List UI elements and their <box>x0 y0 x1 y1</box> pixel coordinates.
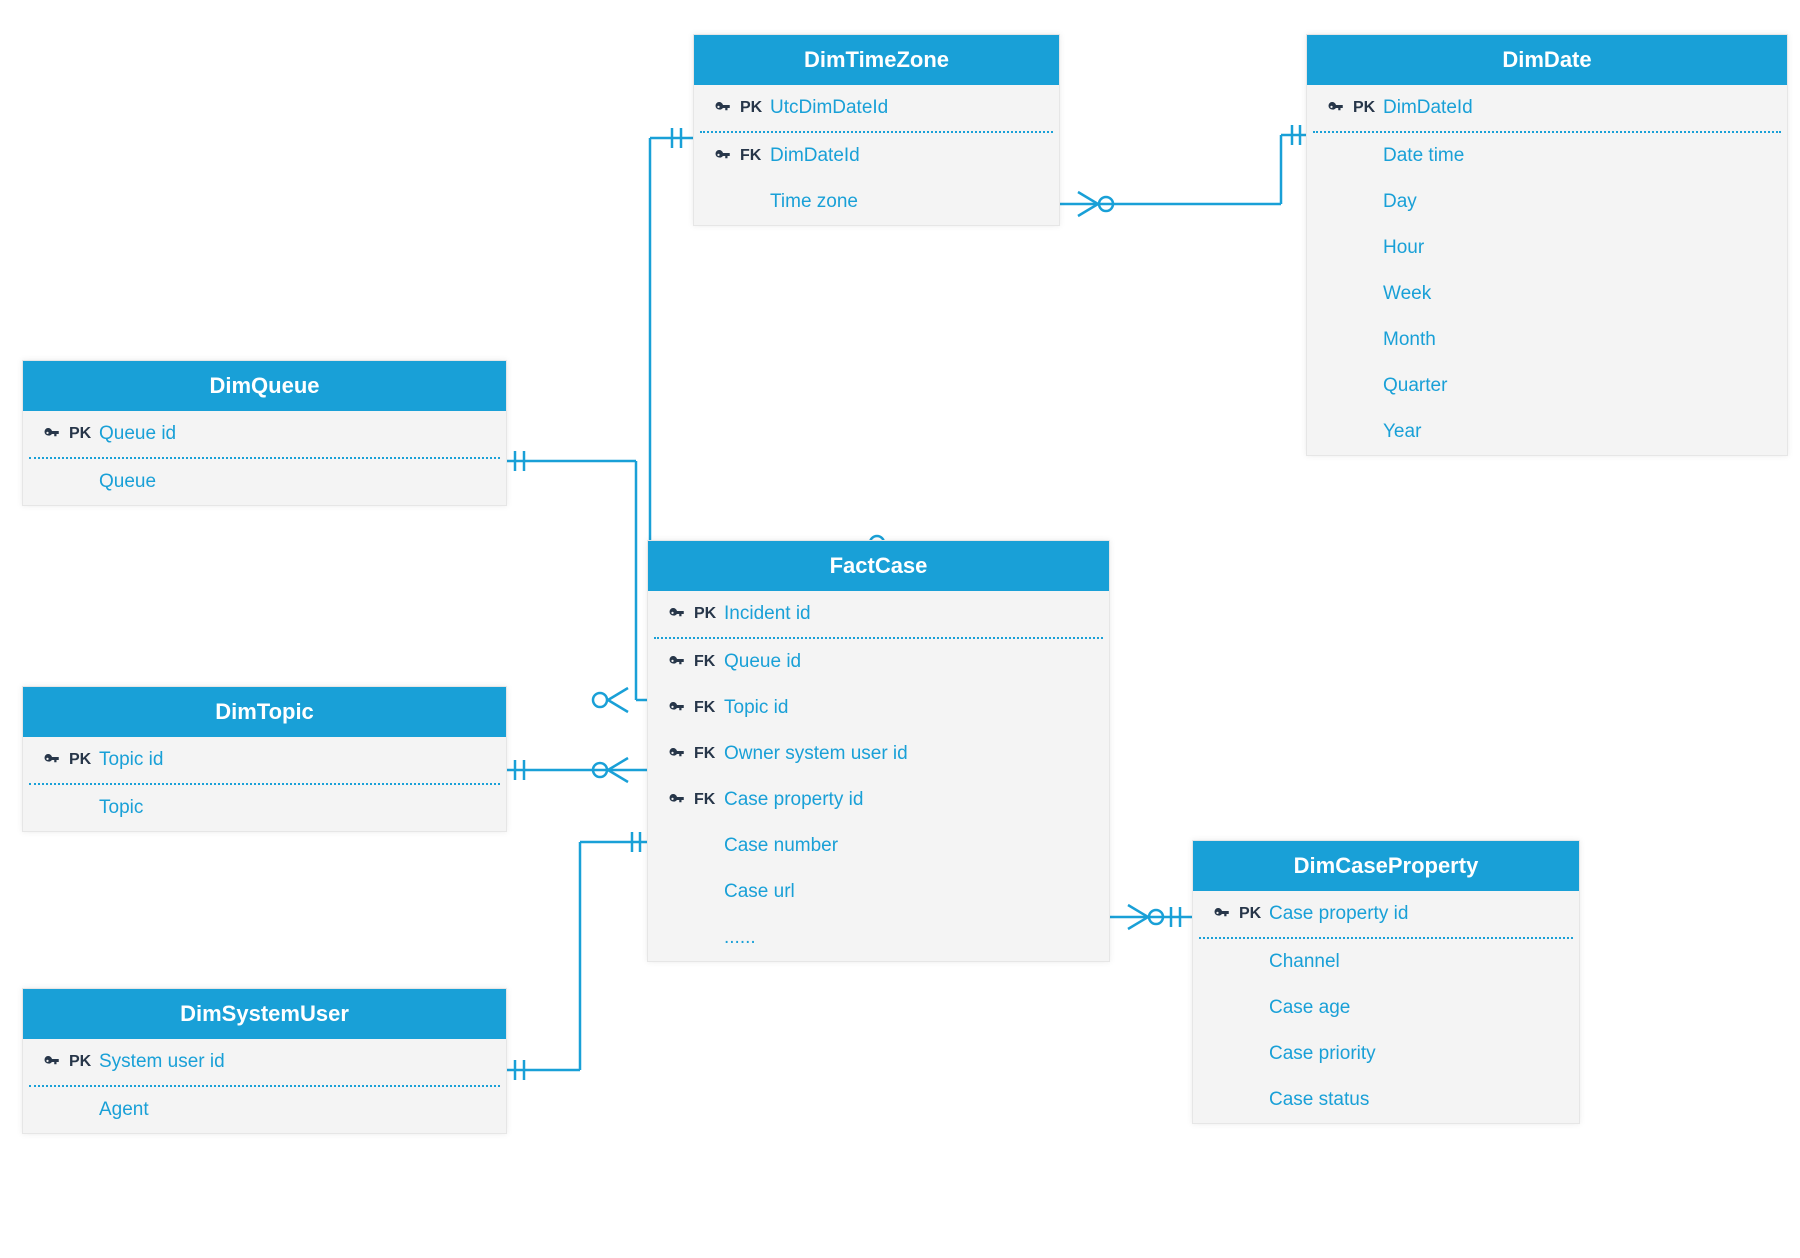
er-diagram: { "colors":{"accent":"#19a0d7","keytag":… <box>0 0 1800 1258</box>
key-tag: PK <box>740 99 770 117</box>
key-tag: FK <box>694 791 724 809</box>
field-label: Case url <box>724 881 1091 903</box>
field-row: PKSystem user id <box>23 1039 506 1085</box>
entity-dimCaseProperty: DimCasePropertyPKCase property idChannel… <box>1192 840 1580 1124</box>
key-tag: FK <box>694 653 724 671</box>
field-row: PKUtcDimDateId <box>694 85 1059 131</box>
key-tag: FK <box>694 745 724 763</box>
field-label: Case status <box>1269 1089 1561 1111</box>
field-row: Hour <box>1307 225 1787 271</box>
key-tag: PK <box>694 605 724 623</box>
key-icon <box>712 99 734 117</box>
field-label: Topic id <box>724 697 1091 719</box>
field-row: Week <box>1307 271 1787 317</box>
field-row: FKOwner system user id <box>648 731 1109 777</box>
field-label: Day <box>1383 191 1769 213</box>
entity-dimDate: DimDatePKDimDateIdDate timeDayHourWeekMo… <box>1306 34 1788 456</box>
field-row: PKIncident id <box>648 591 1109 637</box>
field-label: Owner system user id <box>724 743 1091 765</box>
key-tag: PK <box>1353 99 1383 117</box>
field-label: Case priority <box>1269 1043 1561 1065</box>
field-row: FKTopic id <box>648 685 1109 731</box>
field-row: FKQueue id <box>648 639 1109 685</box>
field-label: DimDateId <box>770 145 1041 167</box>
field-label: Date time <box>1383 145 1769 167</box>
field-row: PKCase property id <box>1193 891 1579 937</box>
key-icon <box>41 425 63 443</box>
field-label: Queue <box>99 471 488 493</box>
field-row: Topic <box>23 785 506 831</box>
key-tag: FK <box>740 147 770 165</box>
entity-dimTopic: DimTopicPKTopic idTopic <box>22 686 507 832</box>
field-row: Case status <box>1193 1077 1579 1123</box>
field-label: Topic id <box>99 749 488 771</box>
entity-header: DimSystemUser <box>23 989 506 1039</box>
field-label: Case number <box>724 835 1091 857</box>
key-tag: FK <box>694 699 724 717</box>
field-label: Channel <box>1269 951 1561 973</box>
field-row: Time zone <box>694 179 1059 225</box>
key-tag: PK <box>69 751 99 769</box>
entity-header: DimTopic <box>23 687 506 737</box>
field-row: Case priority <box>1193 1031 1579 1077</box>
field-row: Case age <box>1193 985 1579 1031</box>
field-label: Time zone <box>770 191 1041 213</box>
key-icon <box>1325 99 1347 117</box>
field-label: System user id <box>99 1051 488 1073</box>
key-icon <box>666 605 688 623</box>
entity-header: DimTimeZone <box>694 35 1059 85</box>
field-row: PKTopic id <box>23 737 506 783</box>
field-label: DimDateId <box>1383 97 1769 119</box>
entity-dimTimeZone: DimTimeZonePKUtcDimDateIdFKDimDateIdTime… <box>693 34 1060 226</box>
field-row: PKDimDateId <box>1307 85 1787 131</box>
field-label: Quarter <box>1383 375 1769 397</box>
field-label: Queue id <box>724 651 1091 673</box>
field-label: Case property id <box>1269 903 1561 925</box>
key-icon <box>666 699 688 717</box>
field-row: PKQueue id <box>23 411 506 457</box>
entity-dimQueue: DimQueuePKQueue idQueue <box>22 360 507 506</box>
field-row: FKCase property id <box>648 777 1109 823</box>
key-icon <box>712 147 734 165</box>
entity-header: DimQueue <box>23 361 506 411</box>
field-row: Month <box>1307 317 1787 363</box>
field-label: Case property id <box>724 789 1091 811</box>
field-row: Day <box>1307 179 1787 225</box>
key-icon <box>666 653 688 671</box>
entity-dimSystemUser: DimSystemUserPKSystem user idAgent <box>22 988 507 1134</box>
field-label: Case age <box>1269 997 1561 1019</box>
field-label: Agent <box>99 1099 488 1121</box>
field-row: Date time <box>1307 133 1787 179</box>
field-row: Agent <box>23 1087 506 1133</box>
entity-header: DimDate <box>1307 35 1787 85</box>
entity-factCase: FactCasePKIncident idFKQueue idFKTopic i… <box>647 540 1110 962</box>
field-row: ...... <box>648 915 1109 961</box>
key-icon <box>666 745 688 763</box>
field-label: ...... <box>724 927 1091 949</box>
field-label: Topic <box>99 797 488 819</box>
key-icon <box>666 791 688 809</box>
field-row: Case number <box>648 823 1109 869</box>
field-label: Hour <box>1383 237 1769 259</box>
field-label: Week <box>1383 283 1769 305</box>
key-icon <box>41 751 63 769</box>
field-label: Year <box>1383 421 1769 443</box>
field-row: Channel <box>1193 939 1579 985</box>
field-row: Queue <box>23 459 506 505</box>
field-row: Case url <box>648 869 1109 915</box>
key-icon <box>41 1053 63 1071</box>
key-tag: PK <box>69 1053 99 1071</box>
field-row: Year <box>1307 409 1787 455</box>
key-icon <box>1211 905 1233 923</box>
key-tag: PK <box>69 425 99 443</box>
field-label: Queue id <box>99 423 488 445</box>
field-label: UtcDimDateId <box>770 97 1041 119</box>
field-row: Quarter <box>1307 363 1787 409</box>
entity-header: FactCase <box>648 541 1109 591</box>
field-label: Incident id <box>724 603 1091 625</box>
field-label: Month <box>1383 329 1769 351</box>
key-tag: PK <box>1239 905 1269 923</box>
entity-header: DimCaseProperty <box>1193 841 1579 891</box>
field-row: FKDimDateId <box>694 133 1059 179</box>
